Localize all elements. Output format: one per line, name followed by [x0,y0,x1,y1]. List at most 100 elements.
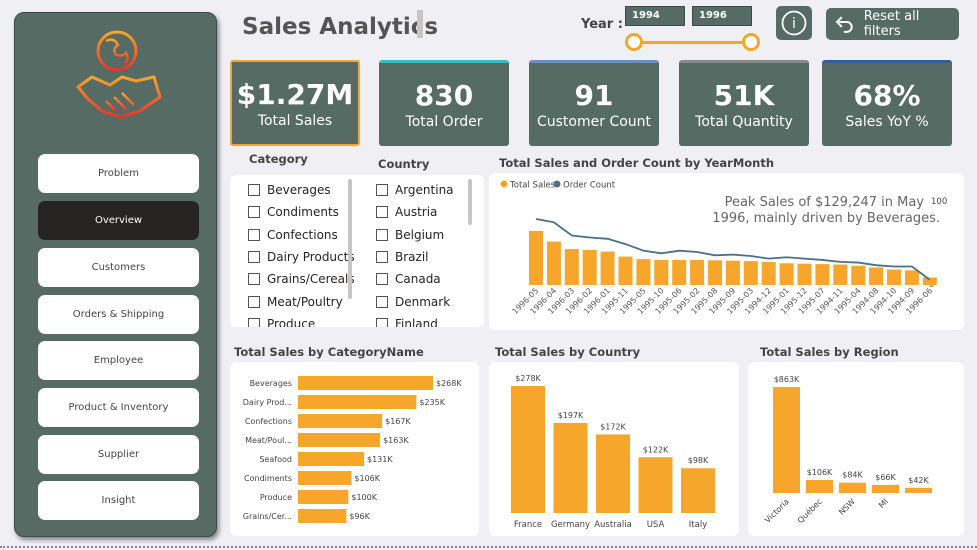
category-slicer-item[interactable]: Beverages [248,183,331,197]
checkbox[interactable] [248,228,260,241]
region-x-tick: Victoria [763,497,791,525]
country-bar[interactable] [638,457,673,513]
trend-bar[interactable] [887,269,901,285]
trend-bar[interactable] [672,259,687,285]
trend-bar[interactable] [869,267,884,285]
year-start-input[interactable]: 1994 [625,6,685,26]
country-slicer-item[interactable]: Finland [376,317,438,327]
sidebar-item-supplier[interactable]: Supplier [38,435,199,474]
trend-bar[interactable] [600,251,615,285]
region-bar[interactable] [905,487,932,493]
category-bar[interactable] [298,471,352,485]
trend-bar[interactable] [851,265,866,285]
country-bar[interactable] [553,423,588,513]
trend-bar[interactable] [654,259,669,285]
slicer-item-label: Denmark [395,294,451,309]
checkbox[interactable] [376,206,388,219]
kpi-card-sales-yoy-: 68% Sales YoY % [822,60,952,146]
country-slicer-item[interactable]: Belgium [376,228,444,242]
category-slicer-item[interactable]: Meat/Poultry [248,295,343,309]
country-bar[interactable] [681,468,715,513]
category-chart: Beverages $268K Dairy Prod... $235K Confecti… [243,376,462,523]
sidebar-item-overview[interactable]: Overview [38,201,199,240]
peak-annotation-line-2: 1996, mainly driven by Beverages. [712,211,940,226]
year-slider-start-handle[interactable] [625,33,643,51]
country-slicer-item[interactable]: Denmark [376,295,450,309]
checkbox[interactable] [376,317,388,327]
trend-bar[interactable] [725,260,740,285]
category-bar[interactable] [298,395,417,409]
trend-bar[interactable] [815,264,830,285]
sidebar-item-problem[interactable]: Problem [38,154,199,193]
trend-bar[interactable] [797,263,812,285]
category-bar[interactable] [298,509,347,523]
country-x-tick: Italy [689,520,707,530]
year-end-input[interactable]: 1996 [692,6,752,26]
country-bar[interactable] [596,434,630,513]
sidebar-item-orders-shipping[interactable]: Orders & Shipping [38,295,199,334]
trend-bar[interactable] [618,256,633,285]
year-slider-track[interactable] [634,41,752,44]
legend-total-sales: Total Sales [509,181,556,191]
checkbox[interactable] [376,184,388,196]
checkbox[interactable] [376,273,388,286]
checkbox[interactable] [248,273,260,286]
country-slicer-item[interactable]: Canada [376,272,441,286]
country-scrollbar[interactable] [468,179,472,225]
country-x-tick: France [514,520,542,530]
country-slicer-item[interactable]: Brazil [376,250,429,264]
trend-bar[interactable] [779,263,794,285]
kpi-card-customer-count: 91 Customer Count [529,60,659,146]
trend-bar[interactable] [529,231,543,285]
country-slicer-item[interactable]: Austria [376,205,437,219]
trend-bar[interactable] [904,270,919,285]
sidebar-item-employee[interactable]: Employee [38,341,199,380]
category-slicer-item[interactable]: Produce [248,317,315,327]
category-bar[interactable] [298,376,433,390]
trend-bar[interactable] [761,262,776,285]
checkbox[interactable] [248,206,260,219]
kpi-label: Total Quantity [695,114,793,130]
category-slicer-item[interactable]: Dairy Products [248,250,355,264]
region-bar[interactable] [806,479,833,493]
category-chart-title: Total Sales by CategoryName [234,345,424,359]
region-bar[interactable] [872,484,899,493]
checkbox[interactable] [376,295,388,308]
checkbox[interactable] [248,250,260,263]
trend-bar[interactable] [708,260,722,285]
sidebar-item-product-inventory[interactable]: Product & Inventory [38,388,199,427]
checkbox[interactable] [376,228,388,241]
region-bar[interactable] [839,482,866,493]
category-slicer-item[interactable]: Confections [248,228,338,242]
checkbox[interactable] [376,250,388,263]
category-bar[interactable] [298,414,383,428]
category-bar-value: $268K [436,379,462,388]
country-slicer-item[interactable]: Argentina [376,183,454,197]
category-bar[interactable] [298,490,349,504]
reset-filters-button[interactable]: Reset all filters [826,8,959,40]
sidebar-item-insight[interactable]: Insight [38,481,199,520]
category-bar-value: $106K [354,474,380,483]
checkbox[interactable] [248,295,260,308]
trend-bar[interactable] [636,259,651,285]
slicer-item-label: Produce [267,316,316,327]
category-slicer-item[interactable]: Condiments [248,205,339,219]
trend-bar[interactable] [690,259,705,285]
checkbox[interactable] [248,184,260,196]
info-button[interactable]: i [776,6,812,40]
trend-bar[interactable] [564,249,579,285]
sidebar-item-customers[interactable]: Customers [38,248,199,287]
slicer-item-label: Austria [395,205,438,220]
trend-bar[interactable] [833,264,848,285]
country-bar[interactable] [511,386,545,513]
region-bar[interactable] [773,387,800,493]
category-slicer-item[interactable]: Grains/Cereals [248,272,355,286]
trend-bar[interactable] [582,249,597,285]
trend-bar[interactable] [546,241,561,285]
checkbox[interactable] [248,317,260,327]
year-slider-end-handle[interactable] [742,33,760,51]
trend-bar[interactable] [743,261,758,285]
category-bar[interactable] [298,433,381,447]
category-bar[interactable] [298,452,364,466]
category-scrollbar[interactable] [348,179,352,299]
